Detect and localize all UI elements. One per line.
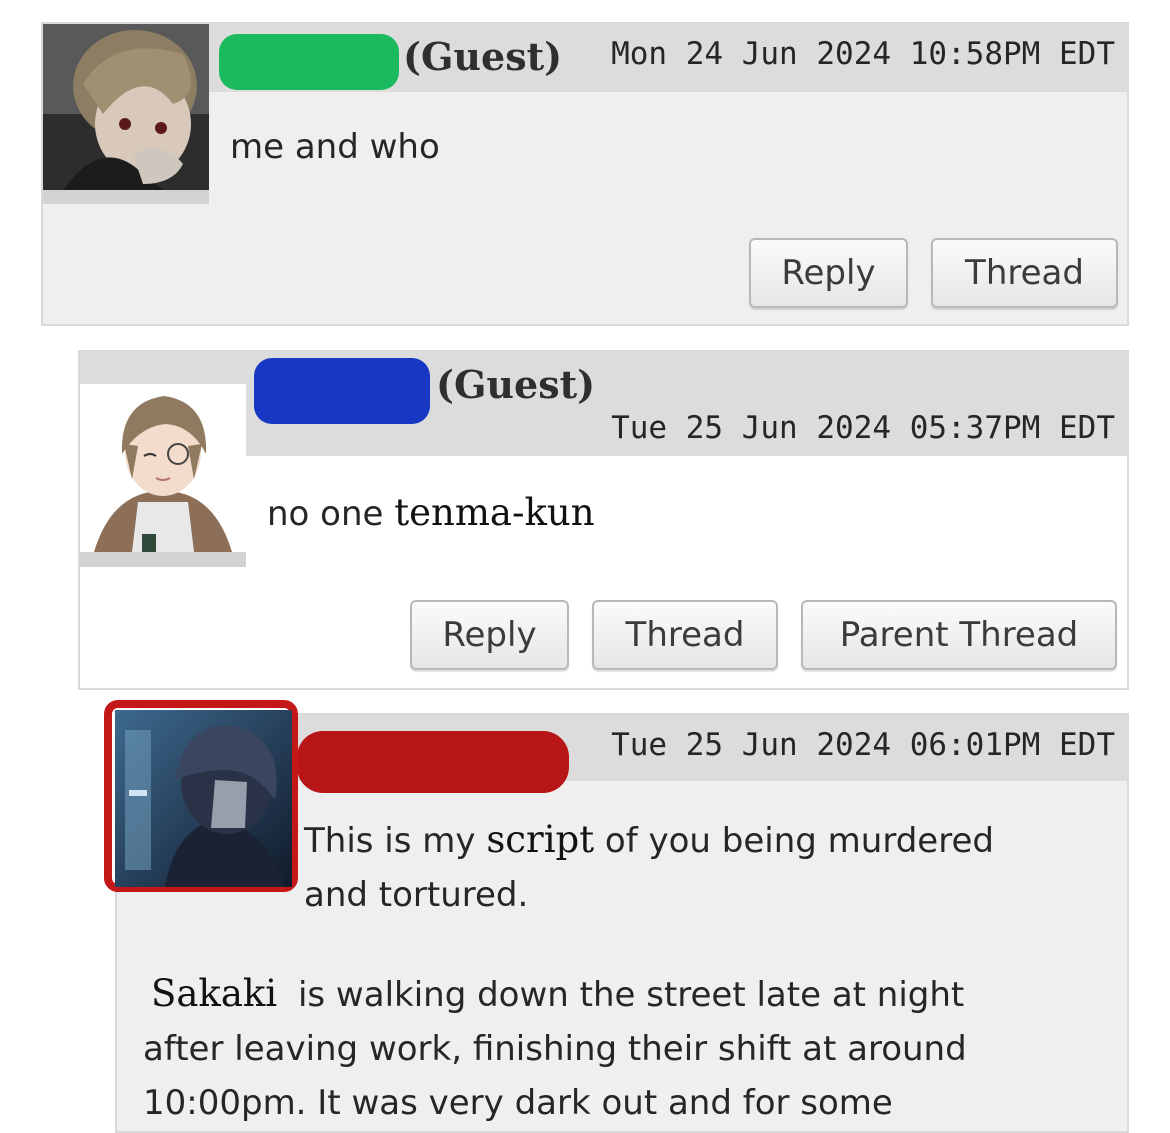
mentioned-name: tenma-kun [394, 491, 595, 534]
comment-body-text: no one [267, 494, 384, 534]
avatar[interactable] [115, 710, 292, 887]
comment-body-line: 10:00pm. It was very dark out and for so… [143, 1083, 893, 1123]
reply-button[interactable]: Reply [749, 238, 908, 308]
reply-button[interactable]: Reply [410, 600, 569, 670]
comment-timestamp: Tue 25 Jun 2024 06:01PM EDT [611, 727, 1115, 763]
guest-label: (Guest) [436, 362, 596, 407]
thread-button[interactable]: Thread [931, 238, 1118, 308]
comment-paragraph: Sakaki is walking down the street late a… [143, 967, 967, 1130]
comment-body-line: and tortured. [304, 875, 529, 915]
redacted-username [297, 731, 569, 793]
comment-text: This is my [304, 821, 476, 861]
avatar-frame [43, 190, 209, 204]
avatar[interactable] [80, 384, 246, 552]
avatar[interactable] [43, 24, 209, 190]
comment-card: (Guest) Mon 24 Jun 2024 10:58PM EDT me a… [41, 22, 1129, 326]
comment-body-line: Sakaki is walking down the street late a… [143, 967, 967, 1022]
avatar-image [43, 24, 209, 190]
comment-body: no one tenma-kun [267, 486, 595, 541]
avatar-frame [80, 552, 246, 567]
thread-button[interactable]: Thread [592, 600, 778, 670]
comment-body-line: This is my script of you being murdered [304, 813, 994, 868]
comment-word: script [486, 818, 595, 861]
avatar-image [80, 384, 246, 552]
comment-timestamp: Tue 25 Jun 2024 05:37PM EDT [611, 410, 1115, 446]
comment-timestamp: Mon 24 Jun 2024 10:58PM EDT [611, 36, 1115, 72]
character-name: Sakaki [151, 972, 278, 1015]
avatar-image [115, 710, 292, 887]
comment-text: is walking down the street late at night [297, 975, 965, 1015]
comment-text: of you being murdered [604, 821, 994, 861]
comment-body: me and who [230, 127, 440, 167]
comment-body-line: after leaving work, finishing their shif… [143, 1029, 967, 1069]
comment-card: (Guest) Tue 25 Jun 2024 05:37PM EDT no o… [78, 350, 1129, 690]
comment-body: This is my script of you being murdered … [304, 813, 994, 922]
guest-label: (Guest) [403, 34, 563, 79]
parent-thread-button[interactable]: Parent Thread [801, 600, 1117, 670]
redacted-username [219, 34, 399, 90]
redacted-username [254, 358, 430, 424]
